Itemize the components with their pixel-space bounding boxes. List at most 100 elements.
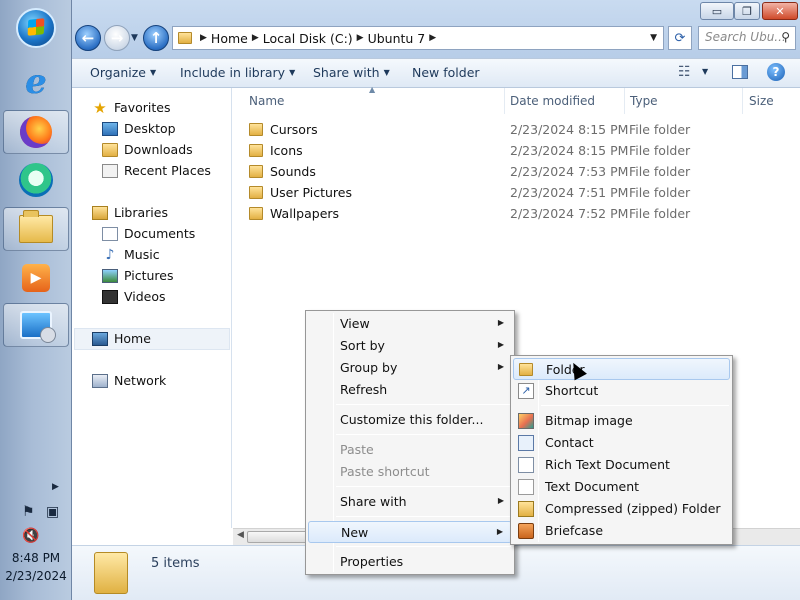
refresh-button[interactable]: ⟳ xyxy=(668,26,692,50)
column-divider[interactable] xyxy=(742,88,743,114)
menu-item-group-by[interactable]: Group by ▶ xyxy=(308,357,512,379)
nav-libraries[interactable]: Libraries xyxy=(92,205,168,220)
column-header-name[interactable]: Name xyxy=(249,94,284,108)
menu-item-label: Contact xyxy=(545,435,594,450)
breadcrumb-separator-icon[interactable]: ▶ xyxy=(252,33,259,43)
item-count: 5 items xyxy=(151,556,200,571)
menu-item-customize-folder[interactable]: Customize this folder... xyxy=(308,409,512,431)
nav-pictures[interactable]: Pictures xyxy=(102,268,174,283)
maximize-button[interactable]: ❐ xyxy=(734,2,760,20)
taskbar-firefox[interactable] xyxy=(3,110,69,154)
organize-button[interactable]: Organize ▼ xyxy=(90,65,156,80)
column-header-type[interactable]: Type xyxy=(630,94,658,108)
search-input[interactable]: Search Ubu... ⚲ xyxy=(698,26,796,50)
recent-pages-dropdown-icon[interactable]: ▼ xyxy=(131,33,138,43)
forward-button[interactable]: → xyxy=(104,25,130,51)
new-briefcase-item[interactable]: Briefcase xyxy=(513,520,730,542)
share-with-button[interactable]: Share with ▼ xyxy=(313,65,390,80)
new-shortcut-item[interactable]: ↗ Shortcut xyxy=(513,380,730,402)
new-rich-text-document-item[interactable]: Rich Text Document xyxy=(513,454,730,476)
clock-date[interactable]: 2/23/2024 xyxy=(0,569,72,583)
new-compressed-folder-item[interactable]: Compressed (zipped) Folder xyxy=(513,498,730,520)
volume-muted-icon[interactable]: 🔇 xyxy=(22,528,39,544)
file-row[interactable]: Icons 2/23/2024 8:15 PM File folder xyxy=(249,140,789,160)
menu-item-share-with[interactable]: Share with ▶ xyxy=(308,491,512,513)
menu-item-label: Sort by xyxy=(340,338,385,353)
show-hidden-icons-icon[interactable]: ▶ xyxy=(52,482,59,492)
back-arrow-icon: ← xyxy=(81,29,95,47)
breadcrumb-ubuntu-7[interactable]: Ubuntu 7 xyxy=(368,31,426,46)
back-button[interactable]: ← xyxy=(75,25,101,51)
menu-item-label: Share with xyxy=(340,494,407,509)
nav-documents[interactable]: Documents xyxy=(102,226,195,241)
help-icon[interactable]: ? xyxy=(767,63,785,81)
column-header-size[interactable]: Size xyxy=(749,94,774,108)
file-row[interactable]: Cursors 2/23/2024 8:15 PM File folder xyxy=(249,119,789,139)
column-divider[interactable] xyxy=(624,88,625,114)
action-center-flag-icon[interactable]: ⚑ xyxy=(22,504,35,520)
menu-item-view[interactable]: View ▶ xyxy=(308,313,512,335)
nav-videos-label: Videos xyxy=(124,289,166,304)
file-date: 2/23/2024 8:15 PM xyxy=(510,142,629,158)
menu-item-properties[interactable]: Properties xyxy=(308,551,512,573)
edge-icon xyxy=(19,163,53,197)
nav-downloads[interactable]: Downloads xyxy=(102,142,193,157)
breadcrumb-separator-icon[interactable]: ▶ xyxy=(357,33,364,43)
videos-icon xyxy=(102,289,118,304)
file-date: 2/23/2024 7:51 PM xyxy=(510,184,629,200)
new-text-document-item[interactable]: Text Document xyxy=(513,476,730,498)
scrollbar-thumb[interactable] xyxy=(247,531,307,543)
column-header-date-modified[interactable]: Date modified xyxy=(510,94,595,108)
up-button[interactable]: ↑ xyxy=(143,25,169,51)
taskbar-edge[interactable] xyxy=(3,158,69,202)
file-row[interactable]: Wallpapers 2/23/2024 7:52 PM File folder xyxy=(249,203,789,223)
menu-item-new[interactable]: New ▶ xyxy=(308,521,512,543)
include-in-library-button[interactable]: Include in library ▼ xyxy=(180,65,295,80)
command-bar: Organize ▼ Include in library ▼ Share with… xyxy=(72,58,800,88)
view-options-dropdown-icon[interactable]: ▼ xyxy=(702,67,708,76)
column-divider[interactable] xyxy=(504,88,505,114)
address-history-dropdown-icon[interactable]: ▼ xyxy=(650,33,657,43)
nav-libraries-label: Libraries xyxy=(114,205,168,220)
start-button[interactable] xyxy=(3,6,69,50)
taskbar-file-explorer[interactable] xyxy=(3,207,69,251)
address-bar[interactable]: ▶ Home ▶ Local Disk (C:) ▶ Ubuntu 7 ▶ ▼ xyxy=(172,26,664,50)
file-row[interactable]: User Pictures 2/23/2024 7:51 PM File folde… xyxy=(249,182,789,202)
breadcrumb-separator-icon[interactable]: ▶ xyxy=(429,33,436,43)
new-folder-item[interactable]: Folder xyxy=(513,358,730,380)
breadcrumb-separator-icon[interactable]: ▶ xyxy=(200,33,207,43)
scroll-left-icon[interactable]: ◀ xyxy=(237,530,244,540)
folder-icon xyxy=(249,143,263,157)
breadcrumb-local-disk[interactable]: Local Disk (C:) xyxy=(263,31,353,46)
recent-places-icon xyxy=(102,163,118,178)
new-contact-item[interactable]: Contact xyxy=(513,432,730,454)
taskbar-media-player[interactable]: ▶ xyxy=(3,256,69,300)
minimize-button[interactable]: ▭ xyxy=(700,2,734,20)
preview-pane-icon[interactable] xyxy=(732,65,748,79)
menu-separator xyxy=(336,404,511,405)
clock-time[interactable]: 8:48 PM xyxy=(0,551,72,565)
file-row[interactable]: Sounds 2/23/2024 7:53 PM File folder xyxy=(249,161,789,181)
network-tray-icon[interactable]: ▣ xyxy=(46,504,59,520)
menu-separator xyxy=(336,486,511,487)
nav-network[interactable]: Network xyxy=(92,373,166,388)
menu-item-sort-by[interactable]: Sort by ▶ xyxy=(308,335,512,357)
nav-recent-places[interactable]: Recent Places xyxy=(102,163,211,178)
taskbar-internet-explorer[interactable]: e xyxy=(3,60,69,104)
menu-separator xyxy=(336,546,511,547)
taskbar-remote-desktop[interactable] xyxy=(3,303,69,347)
nav-home[interactable]: Home xyxy=(92,331,151,346)
folder-icon xyxy=(178,32,192,44)
menu-item-label: Text Document xyxy=(545,479,640,494)
nav-videos[interactable]: Videos xyxy=(102,289,166,304)
nav-desktop[interactable]: Desktop xyxy=(102,121,176,136)
breadcrumb-home[interactable]: Home xyxy=(211,31,248,46)
new-bitmap-image-item[interactable]: Bitmap image xyxy=(513,410,730,432)
menu-item-refresh[interactable]: Refresh xyxy=(308,379,512,401)
change-view-icon[interactable]: ☷ xyxy=(678,64,691,80)
submenu-arrow-icon: ▶ xyxy=(497,496,504,505)
new-folder-button[interactable]: New folder xyxy=(412,65,480,80)
nav-music[interactable]: ♪ Music xyxy=(102,247,160,262)
nav-favorites[interactable]: ★ Favorites xyxy=(92,100,170,115)
close-button[interactable]: ✕ xyxy=(762,2,798,20)
